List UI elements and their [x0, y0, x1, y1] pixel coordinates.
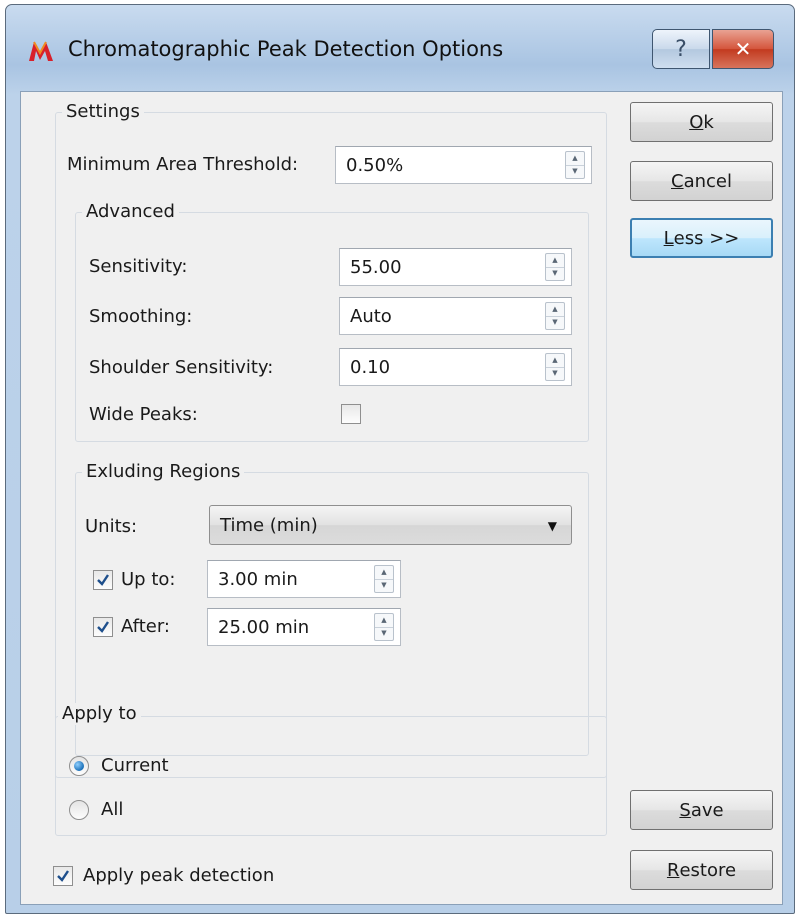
spin-down-icon[interactable]: ▼ [375, 578, 393, 593]
help-button[interactable]: ? [652, 29, 710, 69]
units-value: Time (min) [220, 515, 318, 536]
spin-up-icon[interactable]: ▲ [546, 303, 564, 316]
sensitivity-value: 55.00 [350, 257, 402, 278]
apply-to-frame: Apply to [55, 703, 607, 841]
close-button[interactable]: ✕ [712, 29, 774, 69]
settings-group-label: Settings [62, 101, 144, 123]
spin-down-icon[interactable]: ▼ [566, 164, 584, 179]
shoulder-sensitivity-value: 0.10 [350, 357, 391, 378]
ok-label: k [703, 111, 714, 133]
wide-peaks-label: Wide Peaks: [89, 404, 198, 425]
restore-mnemonic: R [666, 859, 680, 881]
checkmark-icon [57, 870, 69, 882]
sensitivity-label: Sensitivity: [89, 256, 188, 277]
app-logo-icon [29, 41, 53, 61]
after-label: After: [121, 616, 170, 637]
apply-current-label: Current [101, 755, 169, 776]
spin-up-icon[interactable]: ▲ [566, 152, 584, 165]
up-to-label: Up to: [121, 569, 176, 590]
save-mnemonic: S [679, 799, 691, 821]
units-label: Units: [85, 516, 138, 537]
ok-mnemonic: O [689, 111, 704, 133]
shoulder-sensitivity-input[interactable]: 0.10 ▲ ▼ [339, 348, 572, 386]
shoulder-sensitivity-spinner[interactable]: ▲ ▼ [545, 353, 565, 381]
less-button[interactable]: Less >> [630, 218, 773, 258]
spin-down-icon[interactable]: ▼ [546, 266, 564, 281]
restore-label: estore [679, 859, 737, 881]
smoothing-input[interactable]: Auto ▲ ▼ [339, 297, 572, 335]
excluding-regions-group-label: Exluding Regions [82, 461, 245, 483]
spin-down-icon[interactable]: ▼ [375, 626, 393, 641]
up-to-spinner[interactable]: ▲ ▼ [374, 565, 394, 593]
radio-selected-dot [74, 761, 84, 771]
smoothing-spinner[interactable]: ▲ ▼ [545, 302, 565, 330]
apply-peak-detection-label: Apply peak detection [83, 865, 275, 886]
spin-up-icon[interactable]: ▲ [375, 566, 393, 579]
smoothing-label: Smoothing: [89, 306, 193, 327]
smoothing-value: Auto [350, 306, 392, 327]
help-icon: ? [675, 36, 687, 62]
units-dropdown[interactable]: Time (min) ▼ [209, 505, 572, 545]
chevron-down-icon: ▼ [547, 519, 557, 533]
dialog-body: Settings Minimum Area Threshold: 0.50% ▲… [20, 91, 783, 905]
cancel-label: ancel [683, 170, 732, 192]
dialog-window: Chromatographic Peak Detection Options ?… [5, 4, 795, 914]
min-area-label: Minimum Area Threshold: [67, 154, 299, 175]
wide-peaks-checkbox[interactable] [341, 404, 361, 424]
after-input[interactable]: 25.00 min ▲ ▼ [207, 608, 401, 646]
less-label: ess >> [673, 227, 740, 249]
spin-up-icon[interactable]: ▲ [546, 354, 564, 367]
up-to-value: 3.00 min [218, 569, 298, 590]
up-to-checkbox[interactable] [93, 570, 113, 590]
less-mnemonic: L [663, 227, 674, 249]
save-label: ave [690, 799, 724, 821]
title-bar[interactable]: Chromatographic Peak Detection Options ?… [6, 5, 794, 93]
apply-peak-detection-checkbox[interactable] [53, 866, 73, 886]
min-area-value: 0.50% [346, 155, 404, 176]
up-to-input[interactable]: 3.00 min ▲ ▼ [207, 560, 401, 598]
spin-up-icon[interactable]: ▲ [375, 614, 393, 627]
ok-button[interactable]: Ok [630, 102, 773, 142]
shoulder-sensitivity-label: Shoulder Sensitivity: [89, 357, 274, 378]
sensitivity-spinner[interactable]: ▲ ▼ [545, 253, 565, 281]
cancel-mnemonic: C [671, 170, 684, 192]
sensitivity-input[interactable]: 55.00 ▲ ▼ [339, 248, 572, 286]
checkmark-icon [97, 574, 109, 586]
close-icon: ✕ [734, 37, 752, 61]
window-title: Chromatographic Peak Detection Options [68, 37, 504, 61]
apply-all-radio[interactable] [69, 800, 89, 820]
spin-down-icon[interactable]: ▼ [546, 366, 564, 381]
restore-button[interactable]: Restore [630, 850, 773, 890]
cancel-button[interactable]: Cancel [630, 161, 773, 201]
checkmark-icon [97, 621, 109, 633]
apply-all-label: All [101, 799, 124, 820]
min-area-input[interactable]: 0.50% ▲ ▼ [335, 146, 592, 184]
apply-current-radio[interactable] [69, 756, 89, 776]
advanced-group-label: Advanced [82, 201, 179, 223]
spin-down-icon[interactable]: ▼ [546, 315, 564, 330]
spin-up-icon[interactable]: ▲ [546, 254, 564, 267]
apply-to-group-label: Apply to [58, 703, 141, 725]
min-area-spinner[interactable]: ▲ ▼ [565, 151, 585, 179]
save-button[interactable]: Save [630, 790, 773, 830]
after-checkbox[interactable] [93, 617, 113, 637]
after-spinner[interactable]: ▲ ▼ [374, 613, 394, 641]
after-value: 25.00 min [218, 617, 310, 638]
